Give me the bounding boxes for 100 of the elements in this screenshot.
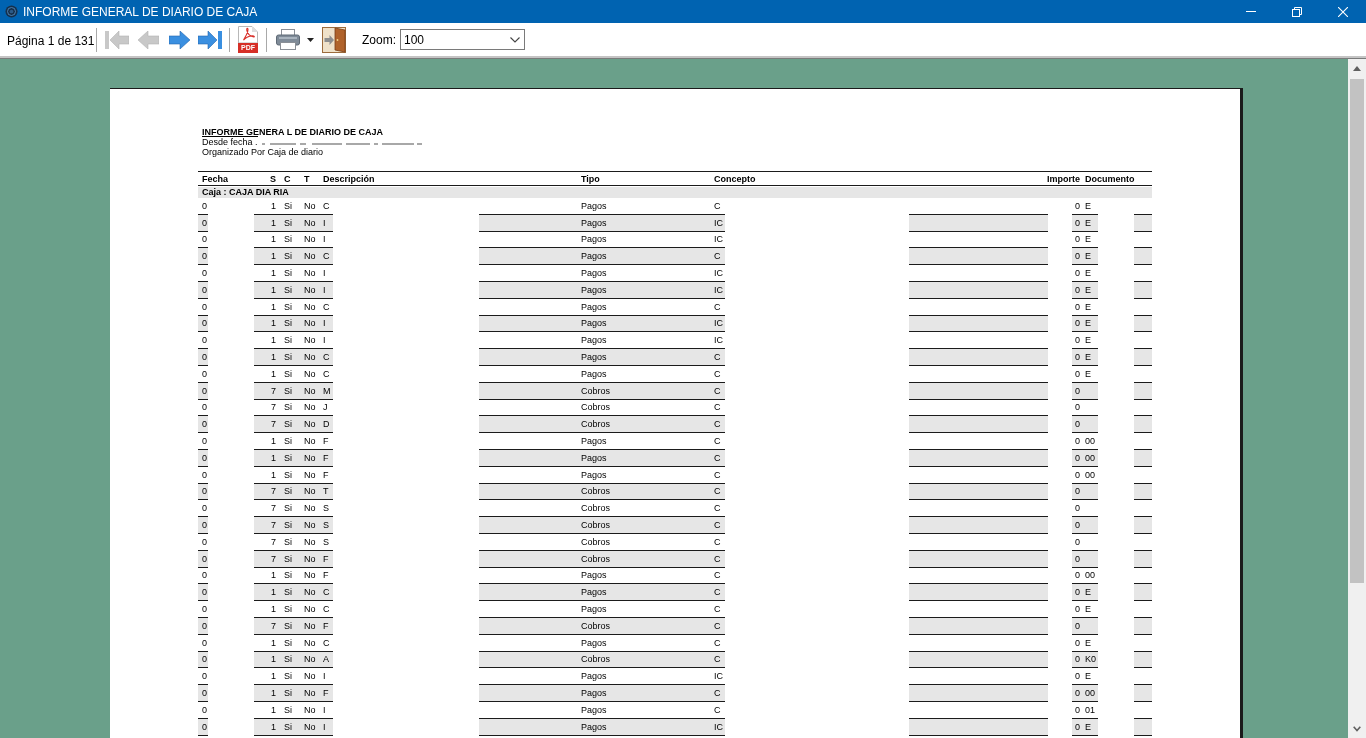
table-cell: Si	[284, 318, 292, 329]
table-cell: Cobros	[581, 654, 610, 665]
table-cell: No	[304, 284, 316, 295]
table-cell: C	[323, 604, 330, 614]
table-cell: 0	[202, 536, 207, 547]
table-cell: Pagos	[581, 368, 607, 379]
table-cell: 7	[271, 486, 276, 497]
page-indicator: Página 1 de 131	[7, 33, 95, 48]
table-cell: 0	[1075, 419, 1080, 430]
printer-icon	[276, 29, 300, 50]
table-cell: 0	[1075, 654, 1080, 665]
table-cell: Pagos	[581, 721, 607, 732]
table-cell: 7	[271, 503, 276, 514]
table-cell: 1	[271, 452, 276, 463]
table-cell: 7	[271, 520, 276, 531]
table-cell: I	[323, 335, 326, 346]
table-cell: F	[323, 436, 329, 447]
table-cell: Cobros	[581, 402, 610, 413]
table-cell: E	[1085, 251, 1091, 262]
table-cell: No	[304, 536, 316, 547]
table-cell: 1	[271, 284, 276, 295]
table-cell: C	[323, 301, 330, 312]
table-cell: C	[714, 251, 721, 262]
table-cell: No	[304, 217, 316, 228]
table-cell: Cobros	[581, 486, 610, 497]
table-cell: Si	[284, 721, 292, 732]
organized-by: Organizado Por Caja de diario	[202, 147, 324, 157]
table-cell: Pagos	[581, 251, 607, 262]
caret-down-icon	[307, 37, 314, 42]
table-cell: 0	[202, 452, 207, 463]
table-cell: Pagos	[581, 452, 607, 463]
table-cell: No	[304, 469, 316, 480]
table-cell: 1	[271, 587, 276, 598]
column-header: Tipo	[581, 173, 600, 184]
table-cell: No	[304, 654, 316, 665]
table-cell: C	[714, 469, 721, 480]
door-icon	[322, 26, 346, 53]
table-cell: No	[304, 385, 316, 396]
table-cell: 7	[271, 419, 276, 430]
table-cell: 0	[1075, 553, 1080, 564]
table-cell: C	[714, 570, 721, 581]
table-cell: Si	[284, 587, 292, 598]
table-cell: No	[304, 486, 316, 497]
table-cell: IC	[714, 217, 723, 228]
table-cell: No	[304, 335, 316, 346]
table-cell: I	[323, 217, 326, 228]
table-cell: I	[323, 671, 326, 682]
zoom-select[interactable]: 100	[400, 29, 525, 50]
table-cell: S	[323, 503, 329, 514]
table-cell: No	[304, 688, 316, 698]
column-header: Documento	[1085, 173, 1135, 184]
table-cell: 0	[202, 469, 207, 480]
table-cell: Cobros	[581, 503, 610, 514]
table-cell: No	[304, 503, 316, 514]
table-cell: E	[1085, 604, 1091, 614]
window-title: INFORME GENERAL DE DIARIO DE CAJA	[23, 3, 258, 21]
exit-button[interactable]	[322, 26, 346, 53]
table-cell: E	[1085, 200, 1091, 211]
table-cell: A	[323, 654, 329, 665]
table-cell: Si	[284, 536, 292, 547]
table-cell: 0	[1075, 620, 1080, 631]
table-cell: 0	[202, 436, 207, 447]
table-cell: 0	[202, 503, 207, 514]
table-cell: Si	[284, 352, 292, 363]
table-cell: 00	[1085, 436, 1095, 447]
table-cell: No	[304, 251, 316, 262]
table-cell: C	[323, 368, 330, 379]
table-cell: 7	[271, 536, 276, 547]
print-button[interactable]	[276, 26, 314, 53]
scroll-thumb[interactable]	[1350, 79, 1364, 583]
table-cell: 0	[202, 368, 207, 379]
table-cell: IC	[714, 268, 723, 279]
table-cell: C	[714, 654, 721, 665]
table-cell: K0	[1085, 654, 1096, 665]
table-cell: I	[323, 234, 326, 245]
table-cell: Si	[284, 452, 292, 463]
table-cell: E	[1085, 318, 1091, 329]
table-cell: Pagos	[581, 217, 607, 228]
table-cell: Cobros	[581, 620, 610, 631]
table-cell: 1	[271, 335, 276, 346]
table-cell: 0	[1075, 352, 1080, 363]
table-cell: Si	[284, 368, 292, 379]
table-cell: 1	[271, 368, 276, 379]
table-cell: C	[714, 402, 721, 413]
table-cell: E	[1085, 671, 1091, 682]
table-cell: S	[323, 536, 329, 547]
table-cell: C	[323, 587, 330, 598]
table-cell: 00	[1085, 469, 1095, 480]
column-header: Fecha	[202, 173, 228, 184]
table-cell: Pagos	[581, 604, 607, 614]
table-cell: Si	[284, 419, 292, 430]
table-cell: F	[323, 452, 329, 463]
zoom-label: Zoom:	[362, 31, 396, 49]
table-cell: I	[323, 268, 326, 279]
table-cell: 01	[1085, 704, 1095, 715]
table-cell: IC	[714, 721, 723, 732]
table-cell: 0	[202, 620, 207, 631]
table-cell: 00	[1085, 452, 1095, 463]
table-cell: 0	[1075, 268, 1080, 279]
table-cell: 1	[271, 200, 276, 211]
